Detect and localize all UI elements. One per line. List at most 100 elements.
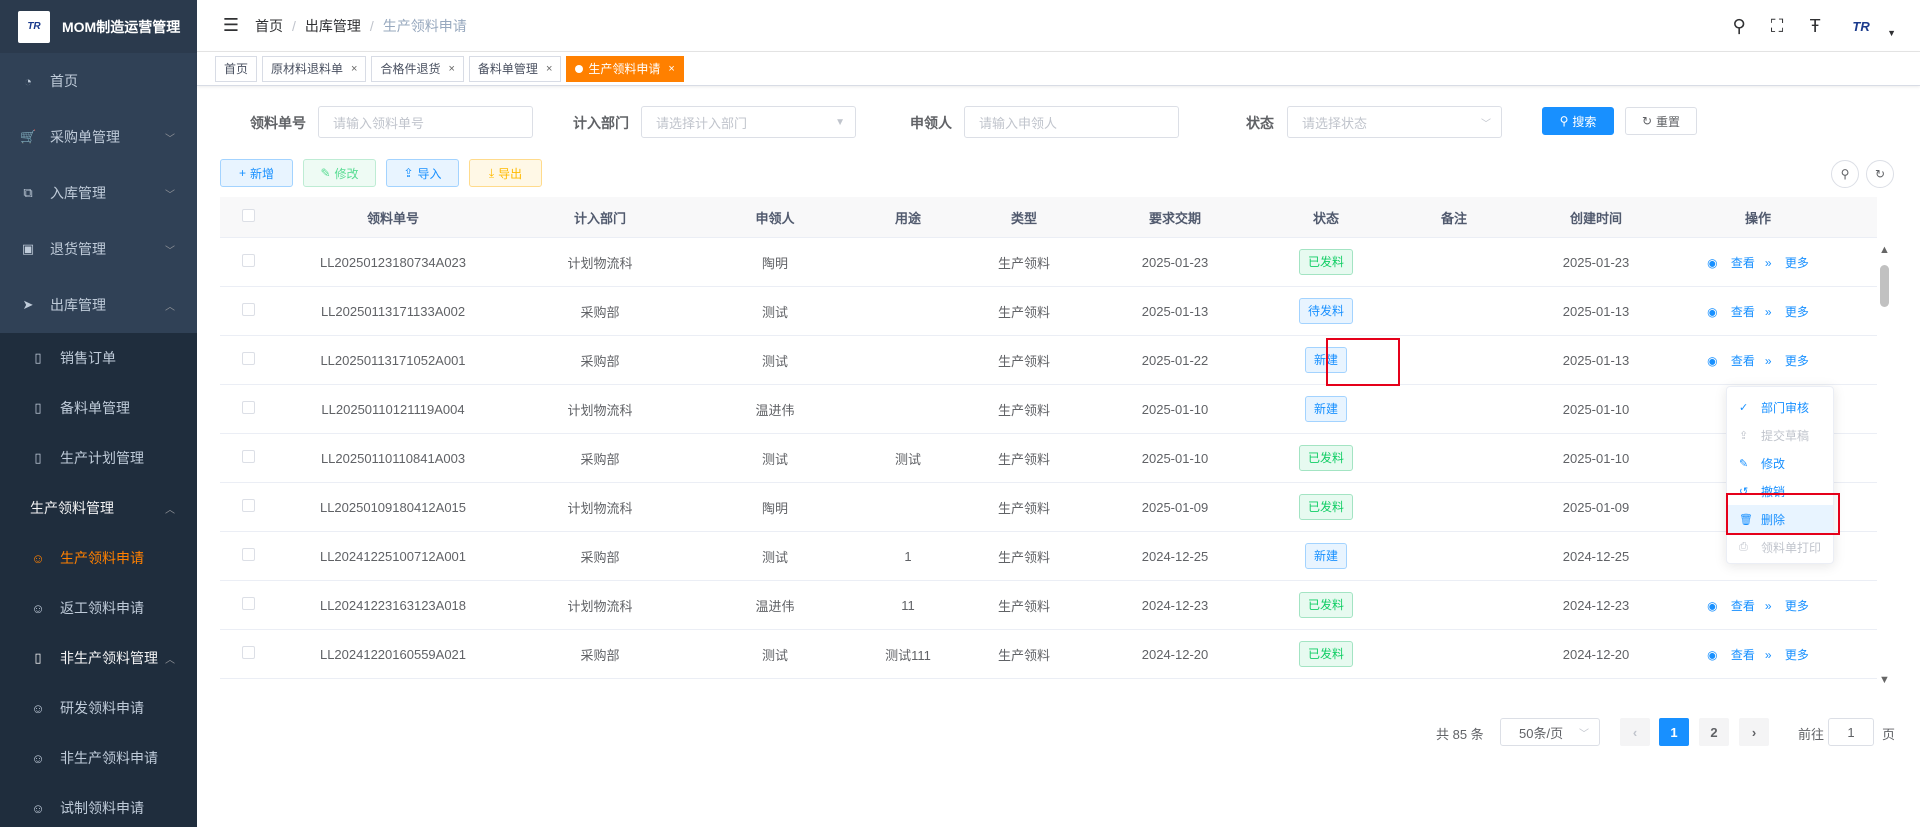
table-row[interactable]: LL20250123180734A023 计划物流科 陶明 生产领料 2025-01-2… <box>220 238 1877 287</box>
sidebar-item-production-picking-request[interactable]: ☺ 生产领料申请 <box>0 533 197 583</box>
more-link[interactable]: » 更多 <box>1765 305 1809 319</box>
sidebar-item-outbound[interactable]: ➤ 出库管理 ︿ <box>0 277 197 333</box>
tag-home[interactable]: 首页 <box>215 55 258 82</box>
table-cell: 已发料 <box>1258 494 1394 520</box>
scroll-up-icon[interactable]: ▲ <box>1879 244 1890 256</box>
row-checkbox[interactable] <box>241 499 255 512</box>
tag-qualified-return[interactable]: 合格件退货 × <box>371 55 464 82</box>
sidebar-item-sales-order[interactable]: ▯ 销售订单 <box>0 333 197 383</box>
view-link[interactable]: ◉ 查看 <box>1707 599 1755 613</box>
close-icon[interactable]: × <box>448 63 454 75</box>
refresh-table-button[interactable]: ↻ <box>1866 160 1894 188</box>
add-button[interactable]: + 新增 <box>220 159 293 187</box>
menu-item-edit[interactable]: ✎ 修改 <box>1727 449 1833 477</box>
menu-item-dept-approve[interactable]: ✓ 部门审核 <box>1727 393 1833 421</box>
row-checkbox[interactable] <box>241 401 255 414</box>
status-select[interactable]: 请选择状态 ﹀ <box>1287 106 1502 138</box>
reset-button[interactable]: ↻ 重置 <box>1625 107 1697 135</box>
row-checkbox[interactable] <box>241 597 255 610</box>
header-tools: ⚲ ⛶ Ŧ TR ▼ <box>1729 0 1896 52</box>
row-checkbox[interactable] <box>241 303 255 316</box>
breadcrumb-home[interactable]: 首页 <box>255 16 283 36</box>
tag-raw-material-return[interactable]: 原材料退料单 × <box>262 55 367 82</box>
more-link[interactable]: » 更多 <box>1765 648 1809 662</box>
goto-page-input[interactable]: 1 <box>1828 718 1874 746</box>
tag-production-picking[interactable]: 生产领料申请 × <box>566 55 684 82</box>
sidebar-item-purchase[interactable]: 🛒 采购单管理 ﹀ <box>0 109 197 165</box>
export-button[interactable]: ⤓ 导出 <box>469 159 542 187</box>
sidebar-item-label: 研发领料申请 <box>60 700 144 716</box>
sidebar-item-return[interactable]: ▣ 退货管理 ﹀ <box>0 221 197 277</box>
search-icon[interactable]: ⚲ <box>1729 16 1749 37</box>
scroll-down-icon[interactable]: ▼ <box>1879 674 1890 686</box>
prev-page-button[interactable]: ‹ <box>1620 718 1650 746</box>
page-size-select[interactable]: 50条/页 ﹀ <box>1500 718 1600 746</box>
chevron-up-icon: ︿ <box>165 504 175 516</box>
breadcrumb-outbound[interactable]: 出库管理 <box>305 16 361 36</box>
font-size-icon[interactable]: Ŧ <box>1805 16 1825 37</box>
table-row[interactable]: LL20241220160559A021 采购部 测试 测试111 生产领料 2024-1… <box>220 630 1877 679</box>
more-link[interactable]: » 更多 <box>1765 354 1809 368</box>
table-row[interactable]: LL20250113171133A002 采购部 测试 生产领料 2025-01-13 待… <box>220 287 1877 336</box>
highlight-delete-box <box>1726 493 1840 535</box>
close-icon[interactable]: × <box>546 63 552 75</box>
row-checkbox[interactable] <box>241 646 255 659</box>
avatar[interactable]: TR <box>1843 13 1879 39</box>
table-cell <box>220 450 276 466</box>
select-all-checkbox[interactable] <box>241 209 255 222</box>
close-icon[interactable]: × <box>351 63 357 75</box>
sidebar-item-prep-order[interactable]: ▯ 备料单管理 <box>0 383 197 433</box>
view-link[interactable]: ◉ 查看 <box>1707 354 1755 368</box>
sidebar-item-rnd-picking[interactable]: ☺ 研发领料申请 <box>0 683 197 733</box>
more-link[interactable]: » 更多 <box>1765 599 1809 613</box>
check-icon: ✓ <box>1739 401 1749 414</box>
table-cell: 测试 <box>690 645 860 664</box>
more-link[interactable]: » 更多 <box>1765 256 1809 270</box>
fullscreen-icon[interactable]: ⛶ <box>1767 16 1787 37</box>
sidebar-item-inbound[interactable]: ⧉ 入库管理 ﹀ <box>0 165 197 221</box>
table-cell: 2025-01-10 <box>1514 402 1678 417</box>
page-button[interactable]: 1 <box>1659 718 1689 746</box>
table-row[interactable]: LL20241223163123A018 计划物流科 温进伟 11 生产领料 2024-1… <box>220 581 1877 630</box>
search-button[interactable]: ⚲ 搜索 <box>1542 107 1614 135</box>
view-link[interactable]: ◉ 查看 <box>1707 305 1755 319</box>
sidebar-item-trial-picking[interactable]: ☺ 试制领料申请 <box>0 783 197 827</box>
table-row[interactable]: LL20250109180412A015 计划物流科 陶明 生产领料 2025-01-0… <box>220 483 1877 532</box>
sidebar-item-production-plan[interactable]: ▯ 生产计划管理 <box>0 433 197 483</box>
scrollbar-thumb[interactable] <box>1880 265 1889 307</box>
table-cell: 1 <box>860 549 956 564</box>
sidebar-item-nonproduction-picking[interactable]: ☺ 非生产领料申请 <box>0 733 197 783</box>
row-checkbox[interactable] <box>241 254 255 267</box>
toggle-search-button[interactable]: ⚲ <box>1831 160 1859 188</box>
table-row[interactable]: LL20250110121119A004 计划物流科 温进伟 生产领料 2025-01-… <box>220 385 1877 434</box>
sidebar-item-production-picking-group[interactable]: 生产领料管理 ︿ <box>0 483 197 533</box>
row-checkbox[interactable] <box>241 352 255 365</box>
row-checkbox[interactable] <box>241 450 255 463</box>
table-row[interactable]: LL20250110110841A003 采购部 测试 测试 生产领料 2025-01-1… <box>220 434 1877 483</box>
sidebar-item-rework-picking[interactable]: ☺ 返工领料申请 <box>0 583 197 633</box>
table-row[interactable]: LL20241225100712A001 采购部 测试 1 生产领料 2024-12-25… <box>220 532 1877 581</box>
hamburger-icon[interactable]: ☰ <box>207 15 255 36</box>
caret-down-icon[interactable]: ▼ <box>1887 28 1896 38</box>
table-cell: ◉ 查看 » 更多 <box>1678 303 1838 320</box>
sidebar-item-home[interactable]: ◔ 首页 <box>0 53 197 109</box>
next-page-button[interactable]: › <box>1739 718 1769 746</box>
view-link[interactable]: ◉ 查看 <box>1707 256 1755 270</box>
applicant-input[interactable]: 请输入申领人 <box>964 106 1179 138</box>
tag-prep-order[interactable]: 备料单管理 × <box>468 55 562 82</box>
edit-button[interactable]: ✎ 修改 <box>303 159 376 187</box>
placeholder-text: 请选择计入部门 <box>656 115 748 131</box>
sidebar-item-label: 生产领料申请 <box>60 550 144 566</box>
table-cell: 测试 <box>690 302 860 321</box>
order-no-input[interactable]: 请输入领料单号 <box>318 106 533 138</box>
table-cell: LL20250109180412A015 <box>276 500 510 515</box>
view-link[interactable]: ◉ 查看 <box>1707 648 1755 662</box>
dept-select[interactable]: 请选择计入部门 ▼ <box>641 106 856 138</box>
sidebar-item-nonproduction-group[interactable]: ▯ 非生产领料管理 ︿ <box>0 633 197 683</box>
page-button[interactable]: 2 <box>1699 718 1729 746</box>
import-button[interactable]: ⇪ 导入 <box>386 159 459 187</box>
table-row[interactable]: LL20250113171052A001 采购部 测试 生产领料 2025-01-22 新… <box>220 336 1877 385</box>
vertical-scrollbar[interactable]: ▲ ▼ <box>1877 240 1891 690</box>
row-checkbox[interactable] <box>241 548 255 561</box>
close-icon[interactable]: × <box>668 63 674 75</box>
